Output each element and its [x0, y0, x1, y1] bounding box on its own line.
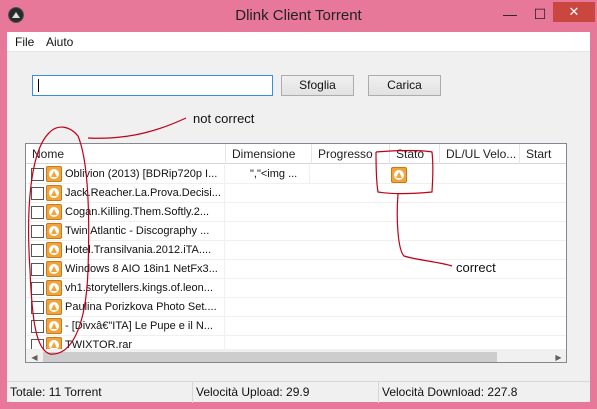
row-checkbox[interactable] [31, 282, 44, 295]
row-size: ","<img ... [250, 165, 310, 184]
row-name: Twin Atlantic - Discography ... [65, 222, 225, 241]
menu-bar: File Aiuto [7, 32, 590, 52]
table-row[interactable]: Oblivion (2013) [BDRip720p I... ","<img … [26, 165, 566, 184]
table-row[interactable]: - [Divxâ€"ITA] Le Pupe e il N... [26, 317, 566, 336]
annotation-not-correct: not correct [193, 111, 255, 126]
text-caret [38, 79, 39, 92]
table-row[interactable]: TWIXTOR.rar [26, 336, 566, 349]
table-row[interactable]: vh1.storytellers.kings.of.leon... [26, 279, 566, 298]
table-header: Nome Dimensione Progresso Stato DL/UL Ve… [26, 144, 566, 164]
status-download-speed: Velocità Download: 227.8 [382, 385, 518, 399]
row-checkbox[interactable] [31, 339, 44, 349]
app-window: Dlink Client Torrent — ☐ ✕ File Aiuto Sf… [0, 0, 597, 409]
table-row[interactable]: Hotel.Transilvania.2012.iTA.... [26, 241, 566, 260]
row-checkbox[interactable] [31, 187, 44, 200]
arrow-up-circle-icon [46, 337, 62, 349]
table-row[interactable]: Jack.Reacher.La.Prova.Decisi... [26, 184, 566, 203]
menu-file[interactable]: File [15, 35, 34, 49]
table-row[interactable]: Paulina Porizkova Photo Set.... [26, 298, 566, 317]
arrow-up-circle-icon [46, 185, 62, 201]
column-header-start[interactable]: Start [520, 144, 566, 164]
client-area: File Aiuto Sfoglia Carica Nome Dimension… [7, 32, 590, 403]
row-name: - [Divxâ€"ITA] Le Pupe e il N... [65, 317, 225, 336]
column-header-progress[interactable]: Progresso [312, 144, 390, 164]
column-header-status[interactable]: Stato [390, 144, 440, 164]
scroll-right-icon[interactable]: ▶ [550, 349, 566, 362]
menu-help[interactable]: Aiuto [46, 35, 73, 49]
row-name: vh1.storytellers.kings.of.leon... [65, 279, 225, 298]
row-name: Windows 8 AIO 18in1 NetFx3... [65, 260, 225, 279]
row-checkbox[interactable] [31, 320, 44, 333]
arrow-up-circle-icon [46, 223, 62, 239]
column-header-speed[interactable]: DL/UL Velo... [440, 144, 520, 164]
row-name: Cogan.Killing.Them.Softly.2... [65, 203, 225, 222]
status-arrow-up-icon [391, 167, 407, 183]
row-name: Jack.Reacher.La.Prova.Decisi... [65, 184, 225, 203]
close-button[interactable]: ✕ [553, 2, 595, 22]
arrow-up-circle-icon [46, 280, 62, 296]
row-name: Oblivion (2013) [BDRip720p I... [65, 165, 225, 184]
load-button[interactable]: Carica [368, 75, 441, 96]
arrow-up-circle-icon [46, 299, 62, 315]
status-total: Totale: 11 Torrent [7, 382, 193, 403]
arrow-up-circle-icon [46, 318, 62, 334]
column-header-size[interactable]: Dimensione [226, 144, 312, 164]
row-checkbox[interactable] [31, 168, 44, 181]
arrow-up-circle-icon [46, 204, 62, 220]
column-header-name[interactable]: Nome [26, 144, 226, 164]
status-bar: Totale: 11 Torrent Velocità Upload: 29.9… [7, 381, 590, 403]
minimize-button[interactable]: — [497, 3, 523, 25]
status-upload-speed: Velocità Upload: 29.9 [193, 382, 379, 403]
table-body: Oblivion (2013) [BDRip720p I... ","<img … [26, 165, 566, 349]
row-name: TWIXTOR.rar [65, 336, 225, 349]
row-checkbox[interactable] [31, 206, 44, 219]
arrow-up-circle-icon [46, 261, 62, 277]
horizontal-scrollbar[interactable]: ◀ ▶ [26, 349, 566, 362]
torrent-path-input[interactable] [32, 75, 273, 96]
row-checkbox[interactable] [31, 263, 44, 276]
row-checkbox[interactable] [31, 244, 44, 257]
scroll-left-icon[interactable]: ◀ [26, 349, 43, 362]
row-name: Paulina Porizkova Photo Set.... [65, 298, 225, 317]
table-row[interactable]: Twin Atlantic - Discography ... [26, 222, 566, 241]
maximize-button[interactable]: ☐ [527, 3, 553, 25]
row-name: Hotel.Transilvania.2012.iTA.... [65, 241, 225, 260]
annotation-correct: correct [456, 260, 496, 275]
horizontal-scroll-thumb[interactable] [43, 352, 497, 362]
arrow-up-circle-icon [46, 242, 62, 258]
arrow-up-circle-icon [46, 166, 62, 182]
browse-button[interactable]: Sfoglia [281, 75, 354, 96]
row-checkbox[interactable] [31, 301, 44, 314]
torrent-table[interactable]: Nome Dimensione Progresso Stato DL/UL Ve… [25, 143, 567, 363]
table-row[interactable]: Cogan.Killing.Them.Softly.2... [26, 203, 566, 222]
title-bar: Dlink Client Torrent — ☐ ✕ [0, 0, 597, 32]
row-checkbox[interactable] [31, 225, 44, 238]
